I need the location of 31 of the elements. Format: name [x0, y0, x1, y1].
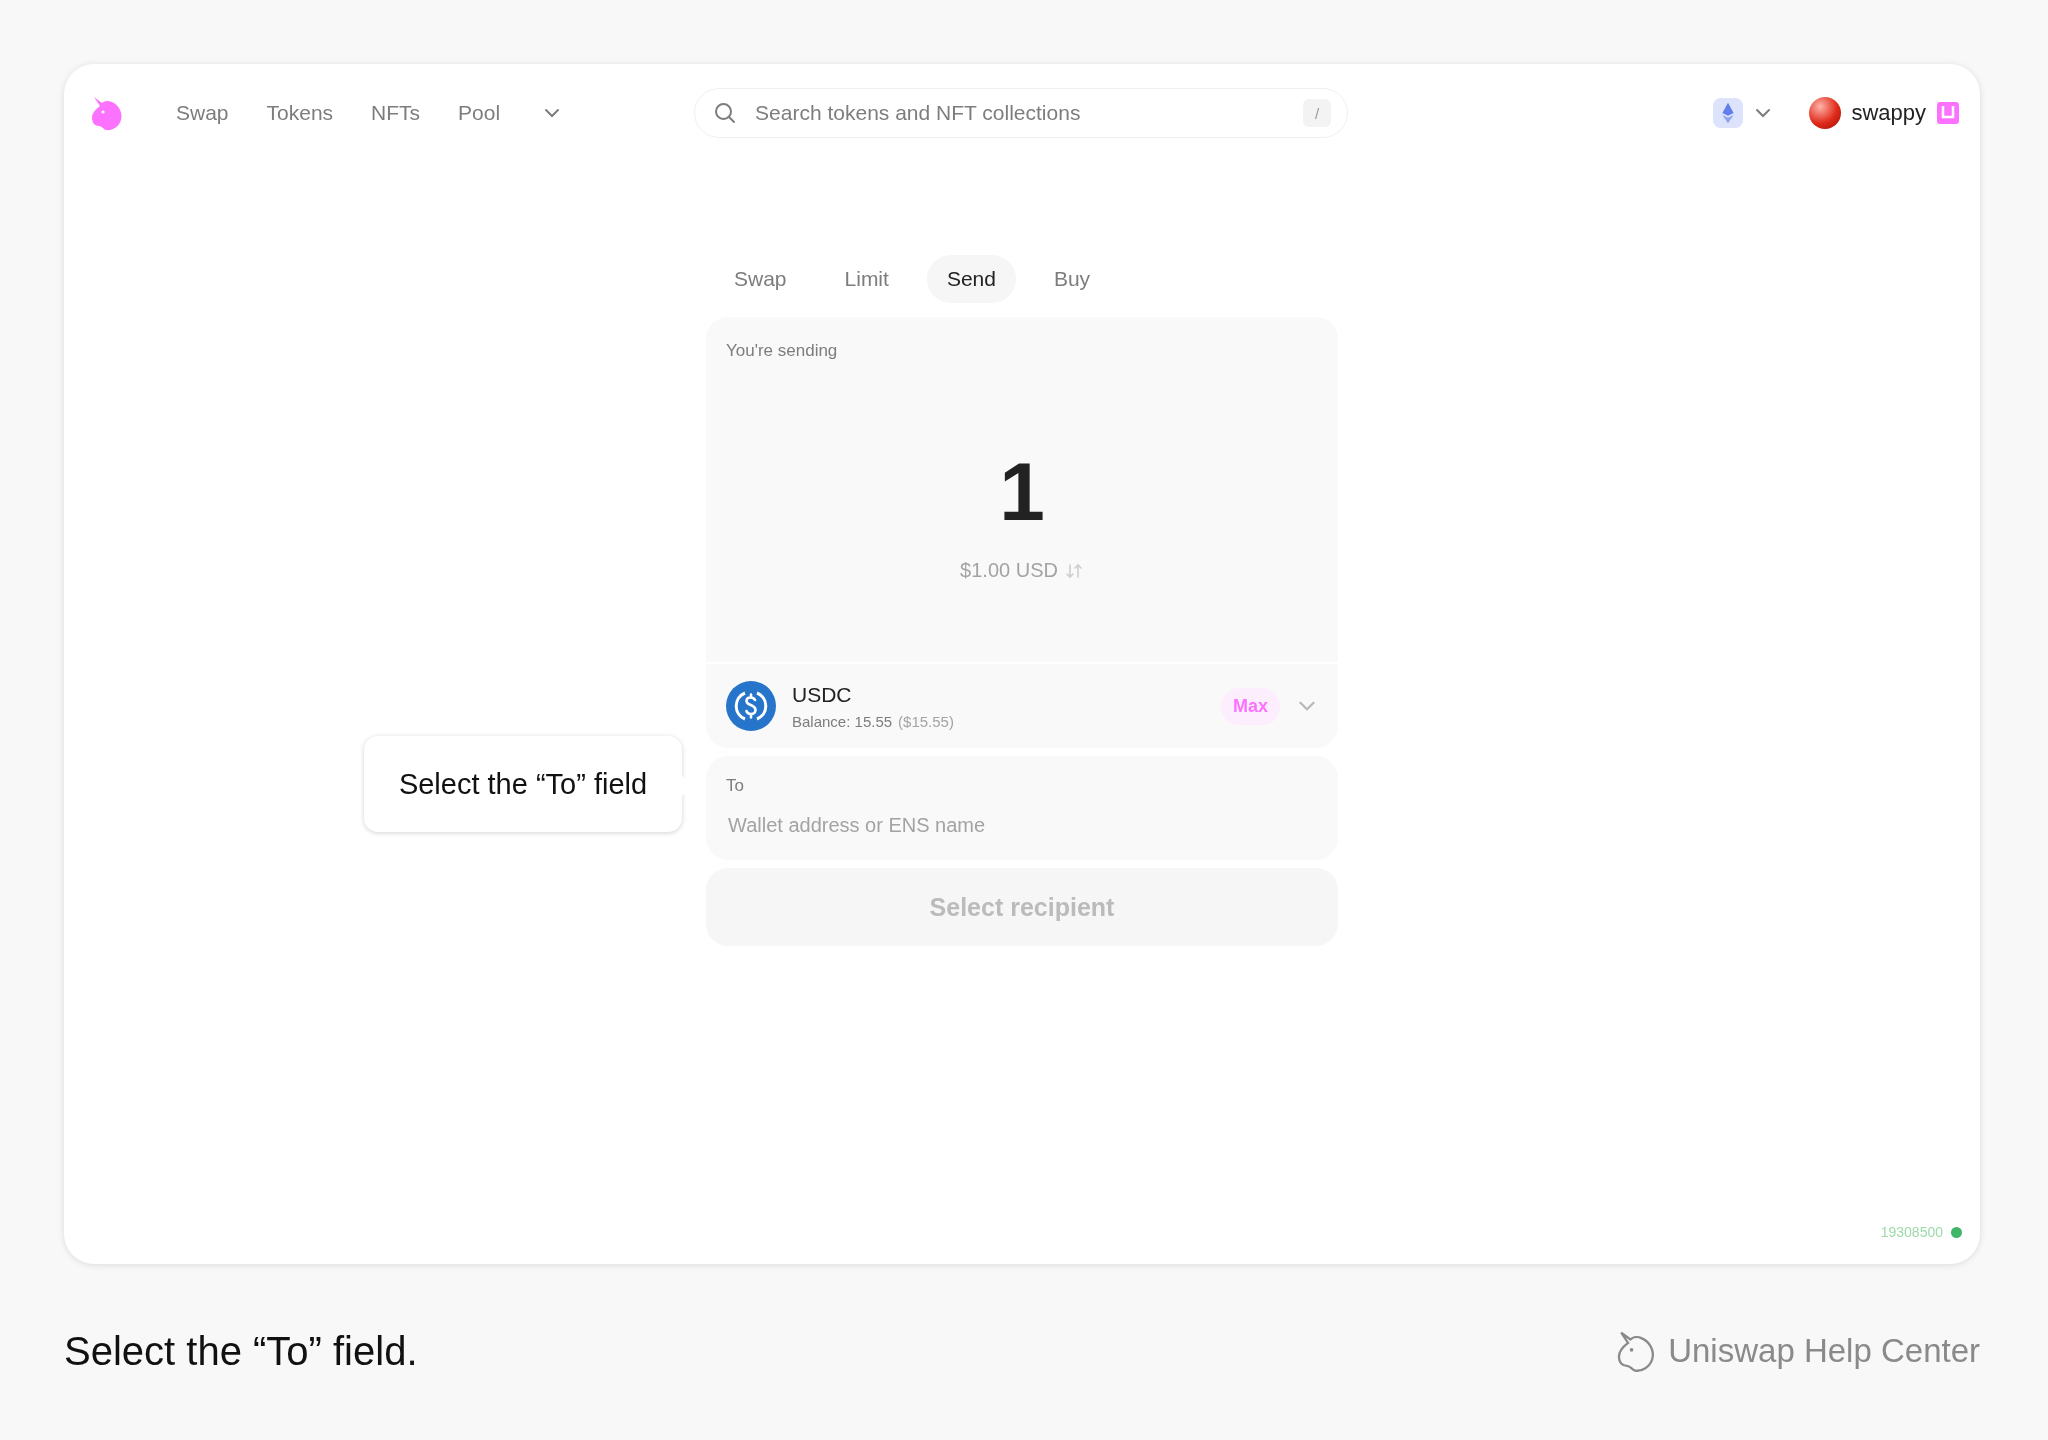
status-dot [1951, 1226, 1962, 1238]
to-label: To [726, 776, 745, 796]
balance-fiat: ($15.55) [898, 712, 954, 730]
help-center-title[interactable]: Uniswap Help Center [1668, 1332, 1980, 1370]
nav-link[interactable]: Tokens [266, 101, 334, 125]
search-field[interactable]: Search tokens and NFT collections / [694, 88, 1349, 138]
recipient-placeholder: Wallet address or ENS name [727, 814, 987, 837]
search-placeholder: Search tokens and NFT collections [755, 101, 1082, 125]
max-button[interactable]: Max [1221, 687, 1280, 725]
account-button[interactable]: swappy [1809, 97, 1960, 129]
nav-link[interactable]: NFTs [371, 101, 421, 125]
sending-label: You're sending [726, 341, 838, 361]
token-symbol: USDC [792, 682, 853, 707]
ethereum-icon [1713, 98, 1744, 128]
balance-text: Balance: 15.55 [792, 712, 893, 730]
tab[interactable]: Buy [1033, 255, 1111, 303]
search-icon [713, 101, 738, 125]
nav-link[interactable]: Swap [176, 101, 229, 125]
shortcut-key: / [1303, 99, 1332, 127]
tab[interactable]: Limit [824, 255, 909, 303]
fiat-value: $1.00 USD [960, 559, 1058, 582]
tooltip: Select the “To” field [364, 736, 682, 832]
badge-icon [1936, 101, 1960, 125]
usdc-coin-icon [726, 681, 776, 731]
avatar-circle [1809, 97, 1842, 129]
amount-value[interactable]: 1 [999, 451, 1045, 533]
block-number: 19308500 [1880, 1224, 1943, 1240]
tab[interactable]: Swap [714, 255, 807, 303]
caption-text: Select the “To” field. [64, 1328, 418, 1374]
nav-link[interactable]: Pool [458, 101, 501, 125]
tab[interactable]: Send [926, 255, 1016, 303]
